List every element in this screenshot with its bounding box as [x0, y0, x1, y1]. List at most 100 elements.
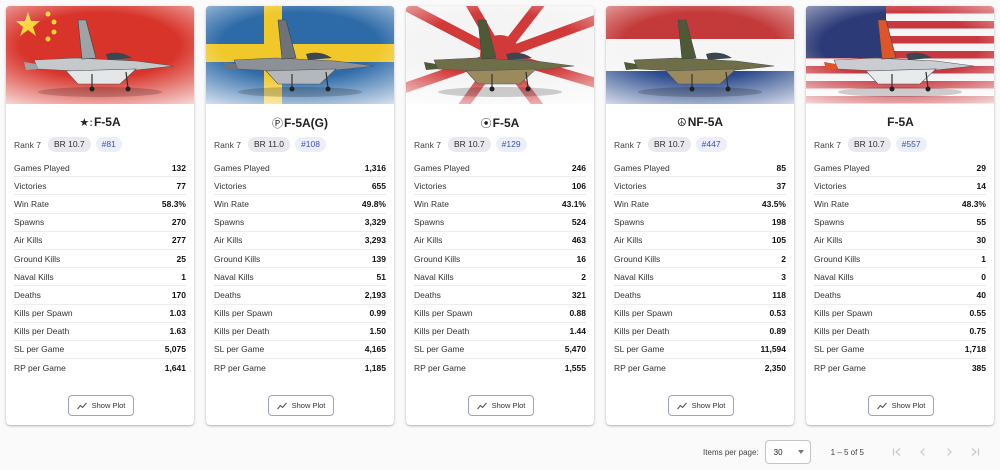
show-plot-button[interactable]: Show Plot: [268, 395, 334, 416]
show-plot-label: Show Plot: [891, 401, 926, 410]
stat-label: SL per Game: [14, 344, 65, 355]
stat-label: Victories: [414, 180, 447, 191]
stat-label: Games Played: [814, 162, 870, 173]
vehicle-name: ★:F-5A: [6, 115, 194, 129]
vehicle-chips: Rank 7 BR 10.7 #447: [614, 137, 727, 152]
items-per-page-select[interactable]: 30: [764, 440, 811, 464]
vehicle-card: ☮NF-5A Rank 7 BR 10.7 #447 Games Played 85 Vic…: [606, 6, 794, 425]
vehicle-name-text: F-5A(G): [284, 116, 328, 130]
stat-label: Naval Kills: [614, 271, 654, 282]
stat-row: Spawns 55: [814, 214, 986, 232]
chart-line-icon: [76, 402, 87, 409]
dropdown-arrow-icon: [797, 450, 804, 454]
stat-value: 30: [976, 235, 986, 246]
stat-value: 246: [571, 162, 586, 173]
stat-label: Deaths: [414, 289, 441, 300]
vehicle-name: ⓅF-5A(G): [206, 115, 394, 131]
stat-value: 5,470: [564, 344, 586, 355]
stat-label: Deaths: [614, 289, 641, 300]
next-page-button[interactable]: [936, 440, 962, 464]
stat-label: Air Kills: [614, 235, 643, 246]
stat-label: Naval Kills: [414, 271, 454, 282]
last-page-button[interactable]: [962, 440, 988, 464]
stat-row: Naval Kills 0: [814, 268, 986, 287]
stat-value: 77: [176, 180, 186, 191]
stat-row: Kills per Death 0.75: [814, 323, 986, 341]
stat-label: Kills per Death: [414, 326, 470, 337]
vehicle-card: ⓅF-5A(G) Rank 7 BR 11.0 #108 Games Played 1,3…: [206, 6, 394, 425]
stat-value: 40: [976, 289, 986, 300]
stat-value: 2,193: [364, 289, 386, 300]
stat-label: Naval Kills: [814, 271, 854, 282]
stat-label: Ground Kills: [14, 253, 61, 264]
items-per-page-value: 30: [773, 447, 783, 457]
stat-row: Air Kills 3,293: [214, 232, 386, 250]
stat-value: 5,075: [164, 344, 186, 355]
stat-value: 655: [371, 180, 386, 191]
stat-row: Deaths 170: [14, 286, 186, 305]
stat-label: Deaths: [14, 289, 41, 300]
stat-label: Games Played: [214, 162, 270, 173]
vehicle-name: ⦿F-5A: [406, 115, 594, 131]
stat-row: SL per Game 5,470: [414, 341, 586, 360]
show-plot-button[interactable]: Show Plot: [868, 395, 934, 416]
stat-label: Ground Kills: [214, 253, 261, 264]
stat-value: 3: [781, 271, 786, 282]
first-page-button[interactable]: [884, 440, 910, 464]
stat-label: Spawns: [814, 217, 845, 228]
stat-row: Naval Kills 3: [614, 268, 786, 287]
stat-value: 1.44: [569, 326, 586, 337]
stat-label: RP per Game: [14, 363, 66, 374]
stat-row: Naval Kills 1: [14, 268, 186, 287]
stat-label: Air Kills: [14, 235, 43, 246]
stat-value: 43.5%: [761, 198, 786, 209]
stat-label: RP per Game: [814, 363, 866, 374]
stat-value: 0.53: [769, 308, 786, 319]
stat-value: 1.50: [369, 326, 386, 337]
stat-label: SL per Game: [814, 344, 865, 355]
stat-row: Ground Kills 25: [14, 250, 186, 269]
stat-row: Games Played 85: [614, 159, 786, 178]
chevron-left-icon: [920, 448, 925, 456]
chart-line-icon: [476, 402, 487, 409]
stat-label: SL per Game: [614, 344, 665, 355]
stat-value: 1,718: [964, 344, 986, 355]
vehicle-name-text: NF-5A: [687, 115, 724, 129]
stat-row: Win Rate 58.3%: [14, 195, 186, 214]
show-plot-button[interactable]: Show Plot: [468, 395, 534, 416]
br-chip: BR 10.7: [447, 137, 491, 152]
stat-row: SL per Game 11,594: [614, 341, 786, 360]
stat-row: Naval Kills 2: [414, 268, 586, 287]
stats-table: Games Played 29 Victories 14 Win Rate 48.3% Sp…: [814, 159, 986, 377]
chart-line-icon: [676, 402, 687, 409]
show-plot-button[interactable]: Show Plot: [668, 395, 734, 416]
stat-value: 2: [781, 253, 786, 264]
paginator: Items per page: 30 1 – 5 of 5: [703, 440, 988, 464]
stat-row: Victories 655: [214, 177, 386, 196]
stat-row: RP per Game 1,185: [214, 359, 386, 377]
stat-value: 85: [776, 162, 786, 173]
stat-label: SL per Game: [214, 344, 265, 355]
rank-label: Rank 7: [614, 139, 641, 150]
chart-line-icon: [276, 402, 287, 409]
stat-value: 16: [576, 253, 586, 264]
aircraft-image: [624, 19, 775, 97]
stat-label: RP per Game: [414, 363, 466, 374]
stat-label: Win Rate: [14, 198, 49, 209]
nation-icon: Ⓟ: [272, 117, 283, 130]
stat-label: Deaths: [214, 289, 241, 300]
chart-line-icon: [876, 402, 887, 409]
aircraft-image: [824, 19, 975, 97]
show-plot-button[interactable]: Show Plot: [68, 395, 134, 416]
stat-row: Air Kills 105: [614, 232, 786, 250]
stat-label: Naval Kills: [214, 271, 254, 282]
stat-label: Kills per Death: [14, 326, 70, 337]
stat-value: 0: [981, 271, 986, 282]
stat-value: 43.1%: [561, 198, 586, 209]
stat-row: Win Rate 43.1%: [414, 195, 586, 214]
stat-label: SL per Game: [414, 344, 465, 355]
stat-value: 48.3%: [961, 198, 986, 209]
stat-row: Kills per Spawn 0.88: [414, 305, 586, 323]
stat-row: Games Played 29: [814, 159, 986, 178]
previous-page-button[interactable]: [910, 440, 936, 464]
